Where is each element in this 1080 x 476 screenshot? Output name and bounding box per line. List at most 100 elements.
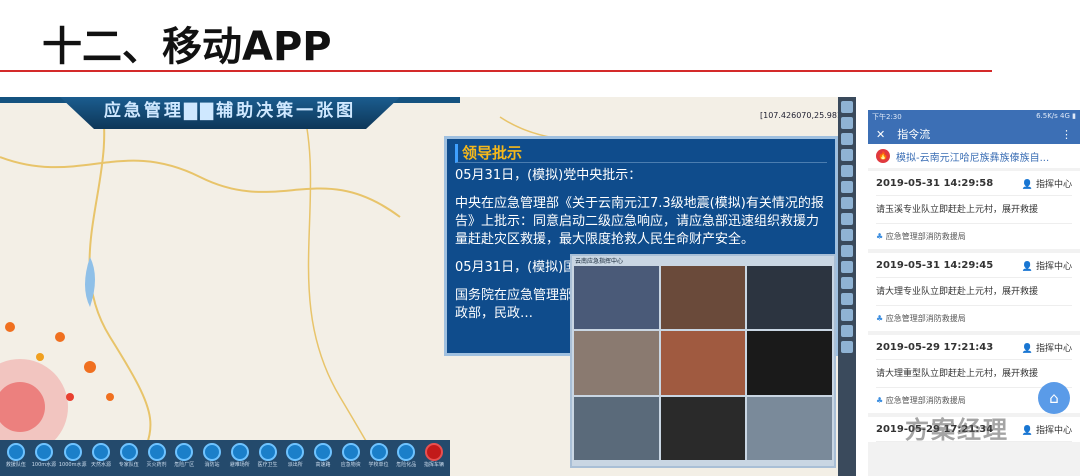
toolbar-item[interactable]: 灭火药剂 <box>145 443 169 473</box>
toolbar-item[interactable]: 1000m水源 <box>59 443 86 473</box>
event-title: 模拟-云南元江哈尼族彝族傣族自... <box>896 152 1050 164</box>
toolbar-label: 天然水源 <box>91 462 112 468</box>
toolbar-item[interactable]: 危险化品 <box>394 443 418 473</box>
tool-icon[interactable] <box>841 229 853 241</box>
tool-icon[interactable] <box>841 133 853 145</box>
layer-icon <box>369 443 388 461</box>
layer-icon <box>203 443 222 461</box>
toolbar-item[interactable]: 指挥车辆 <box>422 443 446 473</box>
layer-icon <box>147 443 166 461</box>
video-feed[interactable] <box>747 331 832 395</box>
command-card[interactable]: 2019-05-31 14:29:45 👤 指挥中心 请大理专业队立即赶赴上元村，展… <box>868 253 1080 331</box>
layer-icon <box>6 443 25 461</box>
user-icon: 👤 <box>1021 343 1034 354</box>
toolbar-label: 消防站 <box>204 462 220 468</box>
tool-icon[interactable] <box>841 277 853 289</box>
video-feed[interactable] <box>660 396 746 460</box>
video-feed[interactable] <box>574 331 659 395</box>
command-org: 应急管理部消防救援局 <box>885 314 966 323</box>
instruction-text: 中央在应急管理部《关于云南元江7.3级地震(模拟)有关情况的报告》上批示：同意启… <box>455 196 824 247</box>
toolbar-item[interactable]: 高速路 <box>311 443 335 473</box>
map-banner: 应急管理▇▇辅助决策一张图 <box>60 97 400 129</box>
toolbar-item[interactable]: 专家队伍 <box>117 443 141 473</box>
layer-icon <box>175 443 194 461</box>
video-conference-panel[interactable]: 云南应急指挥中心 <box>570 254 836 468</box>
close-icon[interactable]: ✕ <box>876 128 885 141</box>
toolbar-label: 危险厂区 <box>174 462 195 468</box>
toolbar-item[interactable]: 应急物资 <box>339 443 363 473</box>
toolbar-label: 医疗卫生 <box>257 462 278 468</box>
command-message: 请大理专业队立即赶赴上元村，展开救援 <box>876 278 1072 306</box>
command-time: 2019-05-29 17:21:43 <box>876 341 994 353</box>
status-time: 下午2:30 <box>872 113 902 121</box>
user-icon: 👤 <box>1021 425 1034 436</box>
toolbar-item[interactable]: 救援队伍 <box>4 443 28 473</box>
layer-icon <box>425 443 444 461</box>
app-bar: ✕ 指令流 ⋮ <box>868 124 1080 144</box>
map-tool-strip[interactable] <box>838 97 856 476</box>
toolbar-item[interactable]: 天然水源 <box>89 443 113 473</box>
video-feed[interactable] <box>747 266 832 330</box>
toolbar-item[interactable]: 100m水源 <box>32 443 56 473</box>
fire-icon: 🔥 <box>876 149 890 163</box>
more-icon[interactable]: ⋮ <box>1061 128 1072 141</box>
video-feed[interactable] <box>574 266 659 330</box>
command-message: 请大理重型队立即赶赴上元村，展开救援 <box>876 360 1072 388</box>
layer-icon <box>92 443 111 461</box>
layer-icon <box>230 443 249 461</box>
video-feed[interactable] <box>747 396 832 460</box>
layer-icon <box>286 443 305 461</box>
org-icon: ♣ <box>876 396 884 405</box>
toolbar-label: 避难场所 <box>229 462 250 468</box>
toolbar-label: 高速路 <box>315 462 331 468</box>
layer-icon <box>341 443 360 461</box>
video-title: 云南应急指挥中心 <box>575 258 624 265</box>
toolbar-item[interactable]: 医疗卫生 <box>256 443 280 473</box>
instruction-text: 05月31日，(模拟)党中央批示： <box>455 168 642 183</box>
status-indicators: 6.5K/s 4G ▮ <box>1036 112 1076 120</box>
video-feed[interactable] <box>660 266 746 330</box>
app-title: 指令流 <box>897 128 931 141</box>
tool-icon[interactable] <box>841 149 853 161</box>
tool-icon[interactable] <box>841 325 853 337</box>
toolbar-label: 派出所 <box>287 462 303 468</box>
home-button[interactable]: ⌂ <box>1038 382 1070 414</box>
layer-icon <box>314 443 333 461</box>
tool-icon[interactable] <box>841 245 853 257</box>
toolbar-item[interactable]: 危险厂区 <box>172 443 196 473</box>
toolbar-item[interactable]: 消防站 <box>200 443 224 473</box>
tool-icon[interactable] <box>841 341 853 353</box>
layer-icon <box>34 443 53 461</box>
layer-icon <box>63 443 82 461</box>
toolbar-label: 救援队伍 <box>5 462 26 468</box>
user-icon: 👤 <box>1021 261 1034 272</box>
tool-icon[interactable] <box>841 309 853 321</box>
command-sender: 指挥中心 <box>1035 261 1072 272</box>
panel-heading: 领导批示 <box>455 144 827 163</box>
toolbar-item[interactable]: 派出所 <box>283 443 307 473</box>
toolbar-label: 学校单位 <box>368 462 389 468</box>
video-feed[interactable] <box>574 396 659 460</box>
tool-icon[interactable] <box>841 197 853 209</box>
tool-icon[interactable] <box>841 165 853 177</box>
video-feed[interactable] <box>660 331 746 395</box>
layer-toolbar[interactable]: 救援队伍 100m水源 1000m水源 天然水源 专家队伍 灭火药剂 危险厂区 消防站 避难场所… <box>0 440 450 476</box>
layer-icon <box>119 443 138 461</box>
org-icon: ♣ <box>876 232 884 241</box>
user-icon: 👤 <box>1021 179 1034 190</box>
tool-icon[interactable] <box>841 261 853 273</box>
tool-icon[interactable] <box>841 101 853 113</box>
command-message: 请玉溪专业队立即赶赴上元村，展开救援 <box>876 196 1072 224</box>
toolbar-label: 指挥车辆 <box>424 462 445 468</box>
toolbar-item[interactable]: 学校单位 <box>367 443 391 473</box>
tool-icon[interactable] <box>841 117 853 129</box>
command-card[interactable]: 2019-05-31 14:29:58 👤 指挥中心 请玉溪专业队立即赶赴上元村，展… <box>868 171 1080 249</box>
status-bar: 下午2:30 6.5K/s 4G ▮ <box>868 110 1080 124</box>
tool-icon[interactable] <box>841 181 853 193</box>
event-header[interactable]: 🔥 模拟-云南元江哈尼族彝族傣族自... <box>868 144 1080 168</box>
command-org: 应急管理部消防救援局 <box>885 232 966 241</box>
tool-icon[interactable] <box>841 293 853 305</box>
command-time: 2019-05-31 14:29:58 <box>876 177 994 189</box>
toolbar-item[interactable]: 避难场所 <box>228 443 252 473</box>
tool-icon[interactable] <box>841 213 853 225</box>
